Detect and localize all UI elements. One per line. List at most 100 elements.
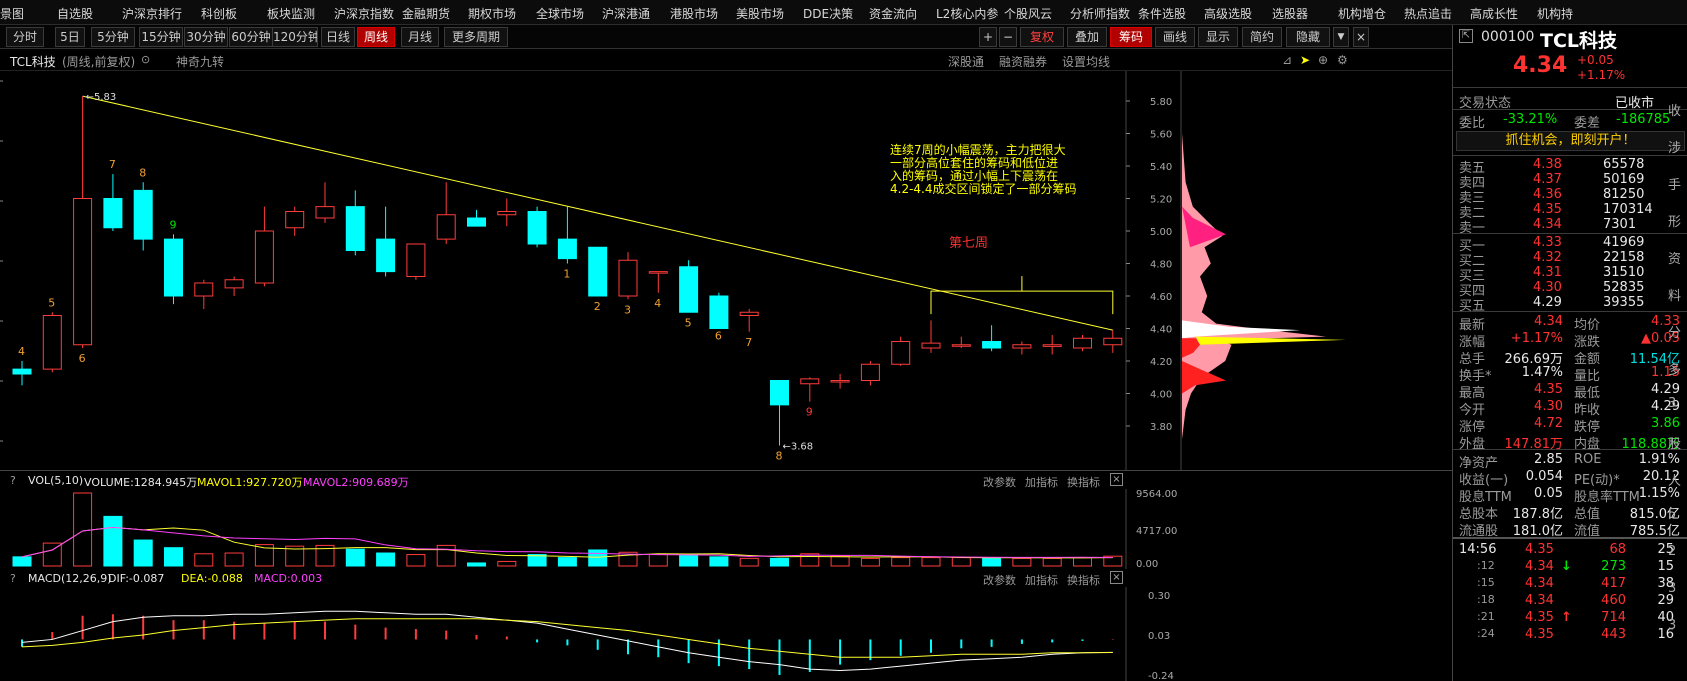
volume-bar[interactable] xyxy=(770,557,789,567)
macd-help-icon[interactable]: ? xyxy=(10,572,16,585)
candle-body[interactable] xyxy=(1042,344,1062,347)
margin-link[interactable]: 融资融券 xyxy=(999,53,1047,70)
candle-body[interactable] xyxy=(982,341,1002,349)
menu-item[interactable]: 沪深京指数 xyxy=(334,5,394,22)
period-tab[interactable]: 5分钟 xyxy=(91,27,135,47)
period-tab[interactable]: 月线 xyxy=(401,27,439,47)
volume-bar[interactable] xyxy=(73,492,93,567)
candle-body[interactable] xyxy=(739,311,759,316)
candle-body[interactable] xyxy=(497,211,517,216)
candlestick-svg[interactable]: 5.80 5.60 5.40 5.20 5.00 4.80 4.60 4.40 4.20 4.00… xyxy=(0,71,1452,471)
tool-button[interactable]: 筹码 xyxy=(1110,27,1152,47)
candle-body[interactable] xyxy=(103,198,123,229)
volume-bar[interactable] xyxy=(588,549,608,567)
menu-dropdown-icon[interactable]: ▼ xyxy=(1333,27,1349,47)
volume-bar[interactable] xyxy=(891,557,911,567)
tool-button[interactable]: 简约 xyxy=(1242,27,1282,47)
candle-body[interactable] xyxy=(588,246,608,297)
candle-body[interactable] xyxy=(73,198,93,346)
period-tab[interactable]: 5日 xyxy=(55,27,85,47)
volume-bar[interactable] xyxy=(103,515,123,567)
volume-bar[interactable] xyxy=(164,547,183,567)
menu-item[interactable]: 科创板 xyxy=(201,5,237,22)
candle-body[interactable] xyxy=(679,266,699,313)
volume-bar[interactable] xyxy=(133,539,153,567)
tool-button[interactable]: + xyxy=(979,27,997,47)
menu-item[interactable]: 资金流向 xyxy=(869,5,917,22)
menu-item[interactable]: 景图 xyxy=(0,5,24,22)
period-tab[interactable]: 分时 xyxy=(6,27,44,47)
period-tab[interactable]: 30分钟 xyxy=(184,27,228,47)
menu-item[interactable]: 个股风云 xyxy=(1004,5,1052,22)
candle-body[interactable] xyxy=(345,206,365,251)
candle-body[interactable] xyxy=(376,238,396,273)
settings-icon[interactable]: ⊕ xyxy=(1318,53,1328,67)
period-tab[interactable]: 15分钟 xyxy=(139,27,183,47)
volume-bar[interactable] xyxy=(12,556,32,567)
expand-icon[interactable]: ⇱ xyxy=(1459,29,1473,43)
vol-close-icon[interactable]: × xyxy=(1110,473,1123,486)
candle-body[interactable] xyxy=(648,271,668,274)
volume-bar[interactable] xyxy=(951,557,971,567)
volume-bar[interactable] xyxy=(1012,557,1032,567)
macd-add-indicator[interactable]: 加指标 xyxy=(1025,572,1058,587)
volume-bar[interactable] xyxy=(648,554,668,567)
vol-add-indicator[interactable]: 加指标 xyxy=(1025,474,1058,489)
vol-modify-param[interactable]: 改参数 xyxy=(983,474,1016,489)
vol-help-icon[interactable]: ? xyxy=(10,474,16,487)
tool-button[interactable]: 复权 xyxy=(1020,27,1064,47)
tool-button[interactable]: 画线 xyxy=(1155,27,1195,47)
volume-bar[interactable] xyxy=(679,554,699,567)
menu-item[interactable]: 期权市场 xyxy=(468,5,516,22)
mode-help-icon[interactable]: ⊙ xyxy=(141,53,150,66)
candle-body[interactable] xyxy=(42,315,62,370)
candle-body[interactable] xyxy=(467,217,486,227)
volume-bar[interactable] xyxy=(376,552,396,567)
candle-body[interactable] xyxy=(891,341,911,365)
candle-body[interactable] xyxy=(860,363,880,381)
volume-bar[interactable] xyxy=(921,557,941,567)
promo-banner[interactable]: 抓住机会，即刻开户！ xyxy=(1456,131,1685,151)
indicator-label[interactable]: 神奇九转 xyxy=(176,53,224,70)
candle-body[interactable] xyxy=(315,206,335,219)
shengutong-link[interactable]: 深股通 xyxy=(948,53,984,70)
volume-bar[interactable] xyxy=(709,556,729,567)
volume-bar[interactable] xyxy=(1042,557,1062,567)
vol-switch-indicator[interactable]: 换指标 xyxy=(1067,474,1100,489)
tool-button[interactable]: 显示 xyxy=(1198,27,1238,47)
candle-body[interactable] xyxy=(557,238,577,260)
candle-body[interactable] xyxy=(1012,344,1032,349)
volume-bar[interactable] xyxy=(557,557,577,567)
candle-body[interactable] xyxy=(1103,337,1123,346)
menu-item[interactable]: 美股市场 xyxy=(736,5,784,22)
volume-chart[interactable]: 9564.00 4717.00 0.00 xyxy=(0,489,1452,569)
period-tab[interactable]: 60分钟 xyxy=(229,27,273,47)
menu-item[interactable]: 分析师指数 xyxy=(1070,5,1130,22)
candle-body[interactable] xyxy=(164,238,183,297)
volume-bar[interactable] xyxy=(406,554,426,567)
period-tab[interactable]: 120分钟 xyxy=(272,27,318,47)
menu-item[interactable]: 港股市场 xyxy=(670,5,718,22)
volume-bar[interactable] xyxy=(739,557,759,567)
period-tab[interactable]: 周线 xyxy=(357,27,395,47)
candle-body[interactable] xyxy=(951,344,971,347)
volume-bar[interactable] xyxy=(830,555,850,567)
draw-tool-icon[interactable]: ⊿ xyxy=(1282,53,1292,67)
volume-bar[interactable] xyxy=(497,560,517,567)
candle-body[interactable] xyxy=(224,279,244,289)
menu-item[interactable]: 板块监测 xyxy=(267,5,315,22)
menu-item[interactable]: 热点追击 xyxy=(1404,5,1452,22)
candle-body[interactable] xyxy=(12,368,32,375)
menu-item[interactable]: 全球市场 xyxy=(536,5,584,22)
volume-bar[interactable] xyxy=(345,548,365,567)
macd-modify-param[interactable]: 改参数 xyxy=(983,572,1016,587)
candle-body[interactable] xyxy=(1073,337,1092,349)
candle-body[interactable] xyxy=(618,259,638,297)
gear-icon[interactable]: ⚙ xyxy=(1337,53,1348,67)
close-chart-icon[interactable]: × xyxy=(1353,27,1369,47)
candle-body[interactable] xyxy=(436,214,456,240)
period-tab[interactable]: 日线 xyxy=(321,27,355,47)
menu-item[interactable]: 机构增仓 xyxy=(1338,5,1386,22)
price-chart[interactable]: 5.80 5.60 5.40 5.20 5.00 4.80 4.60 4.40 4.20 4.00… xyxy=(0,71,1452,471)
ma-setting-link[interactable]: 设置均线 xyxy=(1062,53,1110,70)
